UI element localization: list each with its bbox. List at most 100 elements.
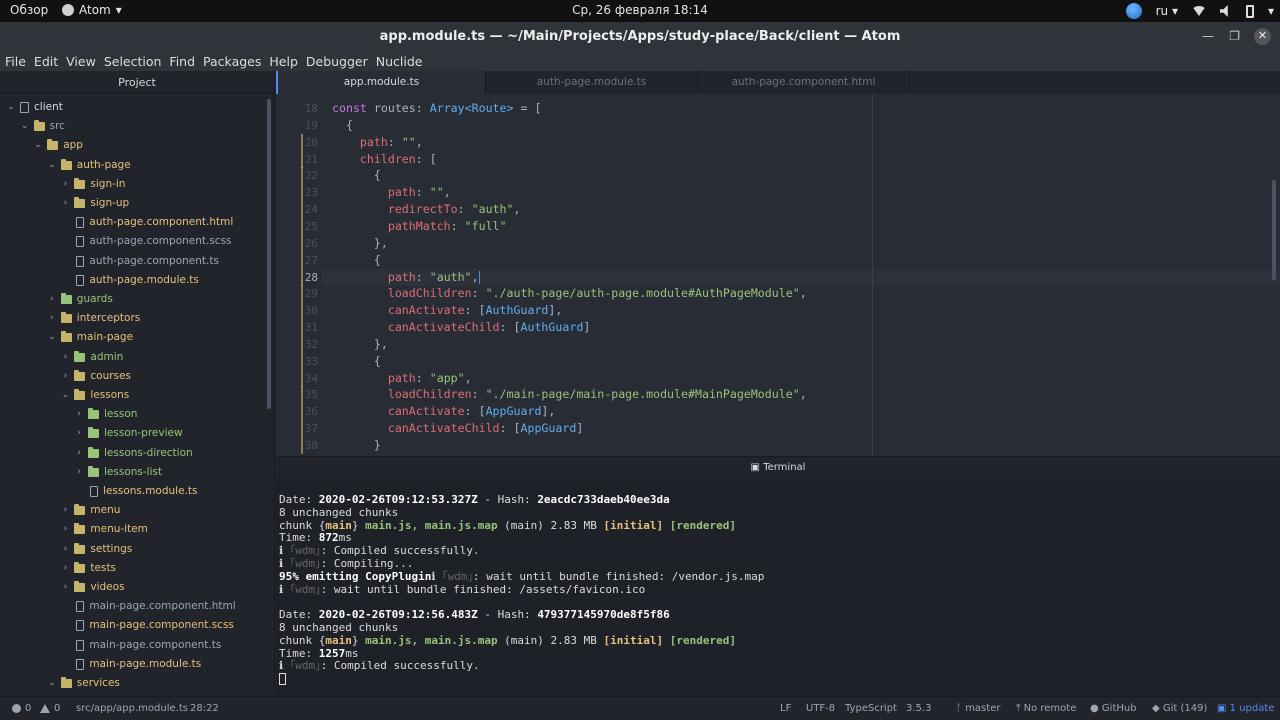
github-label: GitHub xyxy=(1101,703,1137,714)
tree-folder-item[interactable]: › lessons-list xyxy=(74,463,162,482)
tree-folder-item[interactable]: › courses xyxy=(60,367,131,386)
tree-folder-item[interactable]: › sign-up xyxy=(60,194,129,213)
battery-icon[interactable] xyxy=(1245,4,1254,18)
git-modified-marker xyxy=(301,403,303,421)
tree-folder-item[interactable]: › tests xyxy=(60,559,116,578)
line-number: 29 xyxy=(304,287,318,301)
encoding[interactable]: UTF-8 xyxy=(806,697,835,720)
tree-folder-item[interactable]: › lesson-preview xyxy=(74,424,183,443)
code-token: AppGuard xyxy=(485,404,542,419)
tab-bar: app.module.ts auth-page.module.ts auth-pag… xyxy=(276,71,1280,94)
menu-item-help[interactable]: Help xyxy=(269,54,298,69)
tree-file-item[interactable]: auth-page.component.scss xyxy=(60,232,232,251)
git-modified-marker xyxy=(301,201,303,219)
code-editor[interactable]: 18 const routes: Array<Route> = [19 {20 p… xyxy=(276,94,1280,456)
menu-item-find[interactable]: Find xyxy=(169,54,195,69)
tree-folder-item[interactable]: ⌄ main-page xyxy=(47,328,133,347)
terminal-prompt-line[interactable] xyxy=(279,673,1280,686)
terminal-output[interactable]: Date: 2020-02-26T09:12:53.327Z - Hash: 2… xyxy=(276,478,1280,696)
menu-item-view[interactable]: View xyxy=(66,54,96,69)
tree-folder-item[interactable]: › admin xyxy=(60,348,123,367)
maximize-icon[interactable]: ❐ xyxy=(1229,22,1240,51)
tree-folder-item[interactable]: ⌄ auth-page xyxy=(47,156,131,175)
tree-file-item[interactable]: auth-page.module.ts xyxy=(60,271,199,290)
tree-file-item[interactable]: auth-page.component.ts xyxy=(60,252,219,271)
grammar[interactable]: TypeScript xyxy=(845,697,897,720)
updates-button[interactable]: ▣ 1 update xyxy=(1217,697,1274,720)
tab-auth-page-module-ts[interactable]: auth-page.module.ts xyxy=(486,71,698,94)
terminal-header[interactable]: ▣ Terminal xyxy=(276,456,1280,478)
tree-file-item[interactable]: main-page.component.html xyxy=(60,597,236,616)
tree-folder-item[interactable]: › lesson xyxy=(74,405,137,424)
package-icon: ▣ xyxy=(1217,703,1227,714)
line-ending[interactable]: LF xyxy=(780,697,791,720)
git-branch[interactable]: ᚴ master xyxy=(956,697,1000,720)
tree-folder-item[interactable]: › videos xyxy=(60,578,125,597)
language-indicator[interactable]: ru ▾ xyxy=(1156,4,1178,18)
code-token: pathMatch xyxy=(387,218,451,233)
menu-item-edit[interactable]: Edit xyxy=(34,54,58,69)
chevron-right-icon: › xyxy=(49,313,54,324)
tree-folder-item[interactable]: › sign-in xyxy=(60,175,125,194)
cursor-position[interactable]: 28:22 xyxy=(190,697,219,720)
tree-file-item[interactable]: main-page.module.ts xyxy=(60,655,201,674)
tab-auth-page-component-html[interactable]: auth-page.component.html xyxy=(698,71,910,94)
tree-file-item[interactable]: lessons.module.ts xyxy=(74,482,197,501)
tree-folder-item[interactable]: › menu xyxy=(60,501,120,520)
minimize-icon[interactable]: — xyxy=(1202,22,1214,51)
activities-button[interactable]: Обзор xyxy=(10,3,48,17)
tree-file-item[interactable]: auth-page.component.html xyxy=(60,213,233,232)
tree-file-item[interactable]: main-page.component.scss xyxy=(60,616,234,635)
clock[interactable]: Ср, 26 февраля 18:14 xyxy=(572,3,708,17)
tree-folder-item[interactable]: › guards xyxy=(47,290,113,309)
code-token: , xyxy=(464,370,472,385)
tree-folder-item[interactable]: ⌄ services xyxy=(47,674,120,693)
menu-item-file[interactable]: File xyxy=(5,54,26,69)
tree-folder-item[interactable]: ⌄ app xyxy=(33,136,83,155)
ts-version[interactable]: 3.5.3 xyxy=(906,697,931,720)
git-remote[interactable]: ⤒ No remote xyxy=(1016,697,1076,720)
menu-item-nuclide[interactable]: Nuclide xyxy=(376,54,423,69)
code-token: AuthGuard xyxy=(485,303,549,318)
file-path[interactable]: src/app/app.module.ts xyxy=(76,697,188,720)
tree-folder-item[interactable]: ⌄ lessons xyxy=(60,386,129,405)
git-button[interactable]: ◆ Git (149) xyxy=(1152,697,1207,720)
code-line: path: "", xyxy=(332,184,451,201)
git-modified-marker xyxy=(301,184,303,202)
warnings-indicator[interactable]: 0 xyxy=(40,697,60,720)
tree-folder-item[interactable]: ⌄ client xyxy=(6,98,63,117)
tab-app-module-ts[interactable]: app.module.ts xyxy=(276,71,486,94)
menu-item-debugger[interactable]: Debugger xyxy=(306,54,368,69)
close-icon[interactable]: ✕ xyxy=(1254,28,1271,45)
code-token: canActivateChild xyxy=(387,320,500,335)
language-label: ru xyxy=(1155,4,1169,18)
tree-folder-item[interactable]: ⌄ src xyxy=(20,117,65,136)
menu-item-packages[interactable]: Packages xyxy=(203,54,261,69)
errors-indicator[interactable]: 0 xyxy=(12,697,31,720)
app-menu[interactable]: Atom ▾ xyxy=(62,3,122,17)
globe-icon[interactable] xyxy=(1125,3,1142,19)
chevron-right-icon: › xyxy=(63,370,68,381)
tree-folder-item[interactable]: › menu-item xyxy=(60,520,148,539)
sidebar-scrollbar[interactable] xyxy=(267,99,271,409)
tree-file-item[interactable]: main-page.component.ts xyxy=(60,636,221,655)
volume-icon[interactable] xyxy=(1219,5,1228,17)
line-number: 21 xyxy=(304,152,318,166)
github-button[interactable]: ● GitHub xyxy=(1090,697,1137,720)
code-token: , xyxy=(471,269,479,284)
terminal-token: ｢wdm｣ xyxy=(289,659,321,673)
code-token: }, xyxy=(373,336,388,351)
tree-folder-item[interactable]: › interceptors xyxy=(47,309,140,328)
tree-folder-item[interactable]: › settings xyxy=(60,540,132,559)
line-number: 27 xyxy=(304,253,318,267)
system-tray[interactable]: ru ▾ ▾ xyxy=(1125,2,1274,20)
menu-item-selection[interactable]: Selection xyxy=(104,54,162,69)
chevron-down-icon[interactable]: ▾ xyxy=(1268,4,1274,18)
tree-folder-item[interactable]: › lessons-direction xyxy=(74,444,193,463)
editor-scrollbar[interactable] xyxy=(1272,180,1276,280)
wifi-icon[interactable] xyxy=(1191,6,1206,16)
folder-icon xyxy=(60,312,72,324)
code-line: pathMatch: "full" xyxy=(332,218,507,235)
